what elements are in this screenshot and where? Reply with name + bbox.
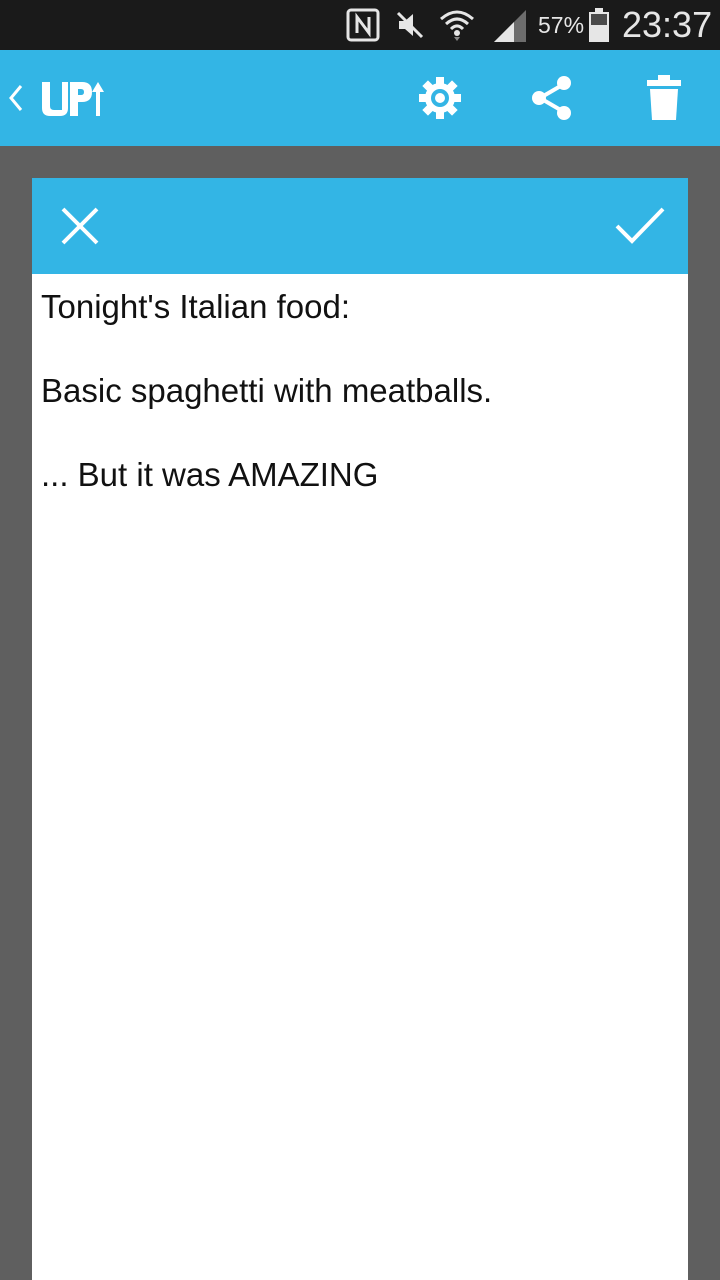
nfc-icon bbox=[346, 8, 380, 42]
note-line: Basic spaghetti with meatballs. bbox=[41, 372, 493, 409]
app-logo[interactable] bbox=[40, 78, 104, 118]
delete-button[interactable] bbox=[636, 70, 692, 126]
status-bar: 57% 23:37 bbox=[0, 0, 720, 50]
battery-percent: 57% bbox=[538, 12, 585, 38]
check-icon bbox=[615, 207, 665, 244]
cancel-button[interactable] bbox=[52, 198, 108, 254]
settings-button[interactable] bbox=[412, 70, 468, 126]
note-line: ... But it was AMAZING bbox=[41, 456, 379, 493]
share-button[interactable] bbox=[524, 70, 580, 126]
dialog-header bbox=[32, 178, 688, 274]
confirm-button[interactable] bbox=[612, 198, 668, 254]
signal-icon bbox=[494, 10, 526, 42]
mute-icon bbox=[396, 11, 424, 39]
wifi-icon bbox=[440, 10, 474, 41]
close-icon bbox=[61, 207, 99, 245]
app-bar bbox=[0, 50, 720, 146]
note-text-area[interactable]: Tonight's Italian food: Basic spaghetti … bbox=[32, 274, 688, 1280]
clock: 23:37 bbox=[622, 4, 713, 45]
share-icon bbox=[532, 76, 571, 120]
battery-icon bbox=[589, 8, 609, 42]
note-editor-dialog: Tonight's Italian food: Basic spaghetti … bbox=[32, 178, 688, 1280]
note-line: Tonight's Italian food: bbox=[41, 288, 351, 325]
settings-icon bbox=[419, 77, 461, 119]
trash-icon bbox=[647, 75, 681, 120]
back-chevron-icon[interactable] bbox=[6, 80, 26, 116]
